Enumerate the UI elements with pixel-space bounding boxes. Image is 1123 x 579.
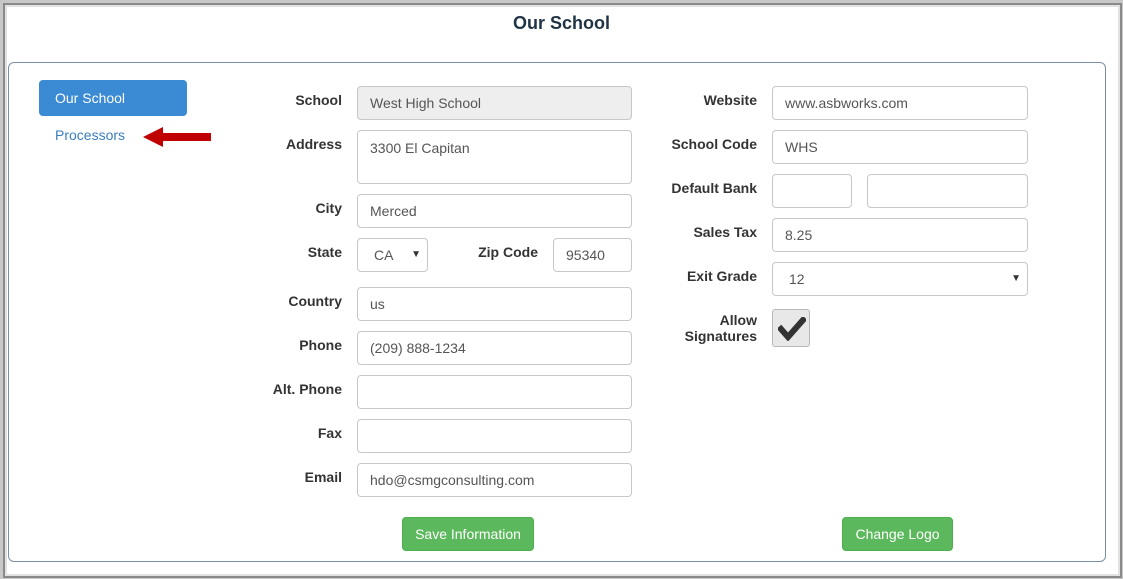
sales-tax-field[interactable]: 8.25 — [772, 218, 1028, 252]
city-label: City — [315, 200, 342, 216]
alt-phone-field[interactable] — [357, 375, 632, 409]
save-information-button[interactable]: Save Information — [402, 517, 534, 551]
country-field[interactable]: us — [357, 287, 632, 321]
website-field[interactable]: www.asbworks.com — [772, 86, 1028, 120]
allow-signatures-label: Allow Signatures — [652, 312, 757, 344]
default-bank-field-1[interactable] — [772, 174, 852, 208]
chevron-down-icon: ▼ — [411, 249, 421, 260]
school-label: School — [295, 92, 342, 108]
sidebar-item-our-school[interactable]: Our School — [39, 80, 187, 116]
exit-grade-value: 12 — [789, 271, 805, 287]
default-bank-label: Default Bank — [671, 180, 757, 196]
page-title: Our School — [512, 13, 610, 33]
check-icon — [778, 317, 806, 341]
school-field[interactable]: West High School — [357, 86, 632, 120]
address-label: Address — [285, 136, 342, 152]
exit-grade-select[interactable]: 12 ▼ — [772, 262, 1028, 296]
email-label: Email — [304, 469, 342, 485]
chevron-down-icon: ▼ — [1011, 273, 1021, 284]
state-select[interactable]: CA ▼ — [357, 238, 428, 272]
sidebar-item-processors[interactable]: Processors — [55, 127, 125, 143]
fax-field[interactable] — [357, 419, 632, 453]
exit-grade-label: Exit Grade — [686, 268, 757, 284]
alt-phone-label: Alt. Phone — [272, 381, 342, 397]
school-code-label: School Code — [671, 136, 757, 152]
fax-label: Fax — [317, 425, 342, 441]
address-field[interactable]: 3300 El Capitan — [357, 130, 632, 184]
website-label: Website — [703, 92, 757, 108]
state-label: State — [307, 244, 342, 260]
allow-signatures-label-line1: Allow — [719, 312, 757, 328]
country-label: Country — [288, 293, 342, 309]
default-bank-field-2[interactable] — [867, 174, 1028, 208]
school-code-field[interactable]: WHS — [772, 130, 1028, 164]
allow-signatures-label-line2: Signatures — [684, 328, 757, 344]
email-field[interactable]: hdo@csmgconsulting.com — [357, 463, 632, 497]
city-field[interactable]: Merced — [357, 194, 632, 228]
phone-label: Phone — [299, 337, 342, 353]
sales-tax-label: Sales Tax — [693, 224, 757, 240]
state-value: CA — [374, 247, 394, 263]
zip-label: Zip Code — [478, 244, 538, 260]
allow-signatures-checkbox[interactable] — [772, 309, 810, 347]
change-logo-button[interactable]: Change Logo — [842, 517, 953, 551]
zip-field[interactable]: 95340 — [553, 238, 632, 272]
phone-field[interactable]: (209) 888-1234 — [357, 331, 632, 365]
left-arrow-icon — [143, 127, 211, 147]
